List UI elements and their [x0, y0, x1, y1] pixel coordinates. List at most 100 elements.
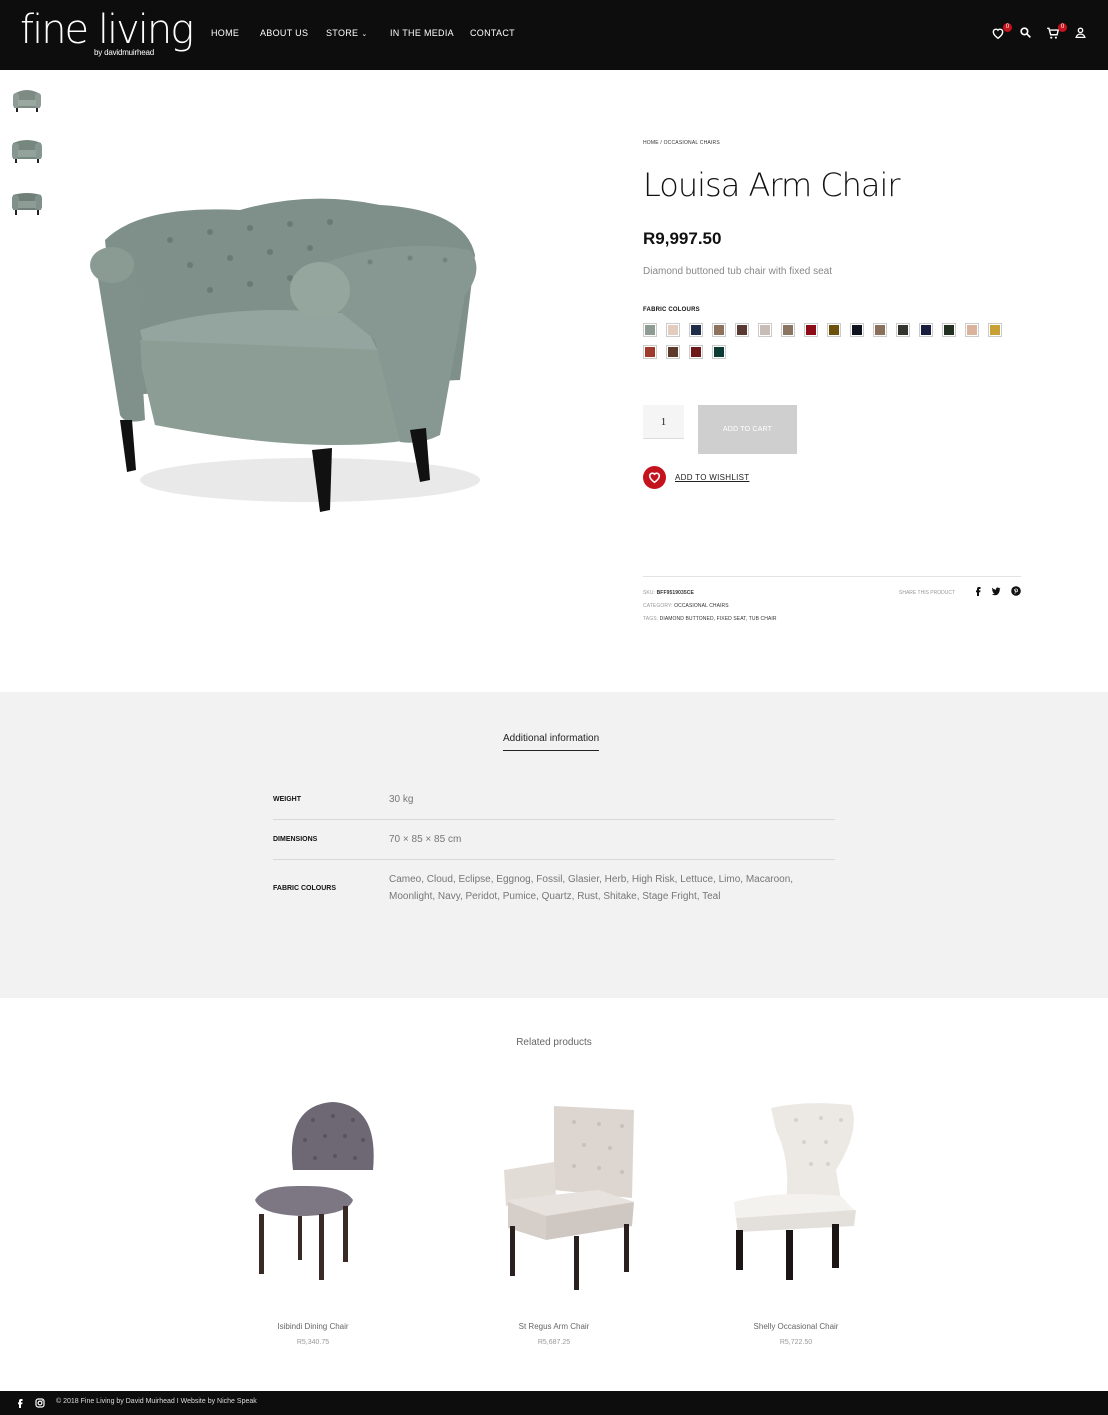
fabric-swatch[interactable] — [643, 345, 657, 359]
info-value: Cameo, Cloud, Eclipse, Eggnog, Fossil, G… — [389, 874, 794, 902]
fabric-swatch[interactable] — [942, 323, 956, 337]
fabric-swatch[interactable] — [965, 323, 979, 337]
cart-header-button[interactable]: 0 — [1046, 23, 1067, 42]
fabric-swatch-color — [668, 347, 678, 357]
nav-in-the-media[interactable]: IN THE MEDIA — [390, 28, 454, 38]
fabric-swatch[interactable] — [689, 345, 703, 359]
fabric-swatch-color — [668, 325, 678, 335]
product-thumbnail-1[interactable] — [9, 82, 45, 116]
fabric-swatch[interactable] — [643, 323, 657, 337]
facebook-icon[interactable] — [973, 586, 983, 596]
related-products-heading: Related products — [516, 1037, 592, 1048]
product-category: CATEGORY: OCCASIONAL CHAIRS — [643, 603, 729, 609]
fabric-swatch[interactable] — [712, 345, 726, 359]
fabric-swatch-color — [967, 325, 977, 335]
related-product-image — [255, 1102, 374, 1280]
related-product-price: R5,340.75 — [296, 1339, 330, 1346]
fabric-swatch[interactable] — [666, 323, 680, 337]
add-to-cart-button[interactable]: ADD TO CART — [698, 405, 797, 454]
related-product-image — [734, 1103, 856, 1280]
fabric-swatch[interactable] — [712, 323, 726, 337]
info-key: DIMENSIONS — [273, 836, 318, 843]
fabric-swatch-color — [852, 325, 862, 335]
fabric-swatch-color — [714, 325, 724, 335]
fabric-swatch[interactable] — [827, 323, 841, 337]
product-main-image[interactable] — [80, 180, 500, 530]
product-thumbnail-3[interactable] — [9, 185, 45, 219]
add-to-wishlist-link[interactable]: ADD TO WISHLIST — [675, 473, 749, 482]
nav-about-us[interactable]: ABOUT US — [260, 28, 308, 38]
logo-wordmark: fine living — [20, 7, 194, 53]
info-value: 70 × 85 × 85 cm — [389, 834, 462, 845]
related-product-card[interactable]: St Regus Arm Chair R5,687.25 — [434, 1090, 674, 1346]
chevron-down-icon: ⌄ — [361, 31, 368, 38]
info-value: 30 kg — [389, 794, 414, 805]
site-header: fine living by davidmuirhead HOME ABOUT … — [0, 0, 1108, 70]
fabric-swatch[interactable] — [850, 323, 864, 337]
fabric-swatch-color — [944, 325, 954, 335]
meta-divider — [643, 576, 1021, 577]
related-product-card[interactable]: Shelly Occasional Chair R5,722.50 — [676, 1090, 916, 1346]
nav-store[interactable]: STORE ⌄ — [326, 28, 368, 38]
fabric-swatch-color — [691, 347, 701, 357]
product-price: R9,997.50 — [643, 229, 722, 248]
fabric-swatch-color — [898, 325, 908, 335]
product-sku: SKU: BFF9519035CE — [643, 590, 694, 596]
logo-byline: by davidmuirhead — [94, 48, 154, 57]
cart-count-badge: 0 — [1058, 23, 1067, 32]
breadcrumb-category[interactable]: OCCASIONAL CHAIRS — [664, 140, 720, 146]
fabric-swatch-color — [737, 325, 747, 335]
fabric-swatch[interactable] — [689, 323, 703, 337]
fabric-swatch-color — [783, 325, 793, 335]
facebook-icon[interactable] — [15, 1398, 25, 1408]
instagram-icon[interactable] — [35, 1398, 45, 1408]
twitter-icon[interactable] — [991, 586, 1001, 596]
nav-contact[interactable]: CONTACT — [470, 28, 515, 38]
breadcrumb-home[interactable]: HOME — [643, 140, 659, 146]
account-button[interactable] — [1074, 26, 1090, 42]
fabric-swatch[interactable] — [735, 323, 749, 337]
heart-icon — [648, 472, 661, 484]
related-product-name[interactable]: Isibindi Dining Chair — [193, 1322, 433, 1331]
fabric-swatch[interactable] — [919, 323, 933, 337]
fabric-swatch[interactable] — [896, 323, 910, 337]
fabric-swatch-color — [691, 325, 701, 335]
wishlist-count-badge: 0 — [1003, 23, 1012, 32]
nav-home[interactable]: HOME — [211, 28, 239, 38]
info-key: FABRIC COLOURS — [273, 884, 336, 892]
related-product-card[interactable]: Isibindi Dining Chair R5,340.75 — [193, 1090, 433, 1346]
sku-label: SKU: — [643, 590, 656, 596]
fabric-swatch[interactable] — [781, 323, 795, 337]
fabric-swatch[interactable] — [804, 323, 818, 337]
fabric-swatch-list — [643, 323, 1013, 359]
fabric-swatch-color — [990, 325, 1000, 335]
tags-links[interactable]: DIAMOND BUTTONED, FIXED SEAT, TUB CHAIR — [660, 616, 777, 622]
product-thumbnail-2[interactable] — [9, 133, 45, 167]
fabric-swatch-color — [760, 325, 770, 335]
pinterest-icon[interactable] — [1011, 586, 1021, 596]
footer-copyright: © 2018 Fine Living by David Muirhead I W… — [56, 1398, 257, 1405]
wishlist-button[interactable] — [643, 466, 666, 489]
wishlist-header-button[interactable]: 0 — [991, 23, 1012, 42]
info-key: WEIGHT — [273, 796, 301, 803]
tab-additional-information[interactable]: Additional information — [503, 733, 600, 751]
share-label: SHARE THIS PRODUCT — [899, 590, 956, 596]
site-footer: © 2018 Fine Living by David Muirhead I W… — [0, 1391, 1108, 1415]
quantity-input[interactable] — [643, 405, 684, 439]
info-row-dimensions: DIMENSIONS 70 × 85 × 85 cm — [273, 820, 835, 860]
info-row-weight: WEIGHT 30 kg — [273, 780, 835, 820]
fabric-swatch[interactable] — [873, 323, 887, 337]
related-product-name[interactable]: St Regus Arm Chair — [434, 1322, 674, 1331]
related-product-image — [504, 1106, 634, 1290]
search-button[interactable] — [1019, 26, 1035, 42]
product-short-description: Diamond buttoned tub chair with fixed se… — [643, 266, 832, 277]
fabric-colours-label: FABRIC COLOURS — [643, 307, 700, 313]
fabric-swatch[interactable] — [758, 323, 772, 337]
category-link[interactable]: OCCASIONAL CHAIRS — [674, 603, 729, 609]
related-product-name[interactable]: Shelly Occasional Chair — [676, 1322, 916, 1331]
fabric-swatch[interactable] — [666, 345, 680, 359]
fabric-swatch[interactable] — [988, 323, 1002, 337]
product-tags: TAGS: DIAMOND BUTTONED, FIXED SEAT, TUB … — [643, 616, 777, 622]
fabric-swatch-color — [645, 325, 655, 335]
site-logo[interactable]: fine living by davidmuirhead — [20, 7, 194, 57]
